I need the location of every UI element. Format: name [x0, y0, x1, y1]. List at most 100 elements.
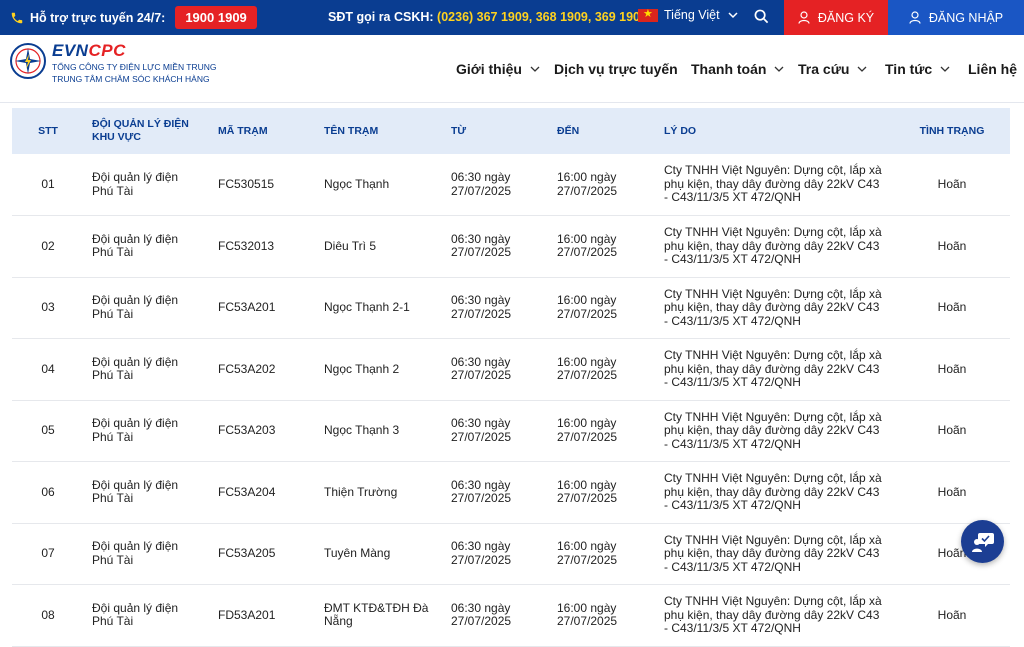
site-header: EVNCPC TỔNG CÔNG TY ĐIỆN LỰC MIỀN TRUNG … — [0, 35, 1024, 103]
language-selector[interactable]: Tiếng Việt — [638, 7, 738, 22]
register-button[interactable]: ĐĂNG KÝ — [784, 0, 888, 35]
chevron-down-icon — [940, 66, 950, 72]
nav-label: Liên hệ — [968, 61, 1018, 77]
chevron-down-icon — [530, 66, 540, 72]
schedule-table: STT ĐỘI QUẢN LÝ ĐIỆN KHU VỰC MÃ TRẠM TÊN… — [12, 108, 1010, 647]
nav-item-tra-cuu[interactable]: Tra cứu — [798, 61, 867, 77]
logo-subtitle-2: TRUNG TÂM CHĂM SÓC KHÁCH HÀNG — [52, 74, 210, 84]
nav-item-lien-he[interactable]: Liên hệ — [968, 61, 1017, 77]
table-row: 05 Đội quản lý điện Phú Tài FC53A203 Ngọ… — [12, 400, 1010, 462]
nav-item-dich-vu-truc-tuyen[interactable]: Dịch vụ trực tuyến — [554, 61, 678, 77]
phone-icon — [11, 12, 23, 23]
cell-den: 16:00 ngày 27/07/2025 — [557, 416, 618, 444]
cell-tinh-trang: Hoãn — [937, 300, 967, 314]
nav-item-gioi-thieu[interactable]: Giới thiệu — [456, 61, 540, 77]
cell-tinh-trang: Hoãn — [937, 423, 967, 437]
nav-item-thanh-toan[interactable]: Thanh toán — [691, 61, 784, 77]
header-tu: TỪ — [451, 124, 467, 137]
cell-tu: 06:30 ngày 27/07/2025 — [451, 293, 512, 321]
cell-ma-tram: FC530515 — [218, 176, 275, 191]
cell-tinh-trang: Hoãn — [937, 361, 967, 376]
cell-stt: 05 — [41, 423, 55, 437]
cell-doi: Đội quản lý điện Phú Tài — [92, 539, 179, 567]
cell-den: 16:00 ngày 27/07/2025 — [557, 293, 618, 321]
cell-tinh-trang: Hoãn — [937, 484, 967, 499]
nav-label: Tra cứu — [798, 61, 850, 77]
cell-stt: 07 — [41, 546, 55, 560]
logo-brand: EVNCPC — [52, 41, 217, 61]
cell-stt: 04 — [41, 361, 55, 376]
header-tinh-trang: TÌNH TRẠNG — [919, 124, 985, 137]
cell-tu: 06:30 ngày 27/07/2025 — [451, 170, 512, 198]
cell-ly-do: Cty TNHH Việt Nguyên: Dựng cột, lắp xà p… — [664, 471, 882, 512]
header-ten-tram: TÊN TRẠM — [324, 124, 379, 137]
cell-ten-tram: Ngọc Thạnh — [324, 176, 390, 191]
logo-brand-evn: EVN — [52, 41, 89, 60]
hotline-label: Hỗ trợ trực tuyến 24/7: — [30, 10, 166, 25]
table-row: 02 Đội quản lý điện Phú Tài FC532013 Diê… — [12, 216, 1010, 277]
table-row: 03 Đội quản lý điện Phú Tài FC53A201 Ngọ… — [12, 277, 1010, 339]
cell-doi: Đội quản lý điện Phú Tài — [92, 477, 179, 506]
hotline-number-link[interactable]: 1900 1909 — [175, 6, 257, 29]
cskh-label: SĐT gọi ra CSKH: — [328, 10, 434, 24]
cell-ma-tram: FC53A202 — [218, 361, 276, 376]
cell-den: 16:00 ngày 27/07/2025 — [557, 170, 618, 198]
cell-ma-tram: FC53A204 — [218, 484, 276, 499]
header-doi-quan-ly: ĐỘI QUẢN LÝ ĐIỆN KHU VỰC — [92, 118, 189, 143]
cell-den: 16:00 ngày 27/07/2025 — [557, 539, 618, 567]
top-bar: Hỗ trợ trực tuyến 24/7: 1900 1909 SĐT gọ… — [0, 0, 1024, 35]
chat-support-icon — [971, 532, 994, 552]
outage-schedule-table: STT ĐỘI QUẢN LÝ ĐIỆN KHU VỰC MÃ TRẠM TÊN… — [12, 108, 1010, 647]
cell-doi: Đội quản lý điện Phú Tài — [92, 293, 179, 321]
header-ma-tram: MÃ TRẠM — [218, 124, 268, 137]
nav-label: Tin tức — [885, 61, 933, 77]
cell-doi: Đội quản lý điện Phú Tài — [92, 354, 179, 383]
cell-doi: Đội quản lý điện Phú Tài — [92, 170, 179, 198]
user-icon — [909, 11, 921, 24]
cell-ten-tram: Tuyên Màng — [324, 546, 391, 560]
chevron-down-icon — [774, 66, 784, 72]
evncpc-logo[interactable]: EVNCPC TỔNG CÔNG TY ĐIỆN LỰC MIỀN TRUNG … — [10, 41, 217, 85]
cell-tinh-trang: Hoãn — [937, 176, 967, 191]
cell-tu: 06:30 ngày 27/07/2025 — [451, 539, 512, 567]
cell-ly-do: Cty TNHH Việt Nguyên: Dựng cột, lắp xà p… — [664, 163, 882, 205]
cell-den: 16:00 ngày 27/07/2025 — [557, 231, 618, 260]
register-label: ĐĂNG KÝ — [817, 10, 875, 25]
login-button[interactable]: ĐĂNG NHẬP — [888, 0, 1024, 35]
chevron-down-icon — [857, 66, 867, 72]
cell-ma-tram: FC53A203 — [218, 423, 276, 437]
cell-den: 16:00 ngày 27/07/2025 — [557, 477, 618, 506]
nav-label: Thanh toán — [691, 61, 767, 77]
cell-ly-do: Cty TNHH Việt Nguyên: Dựng cột, lắp xà p… — [664, 348, 882, 389]
nav-item-tin-tuc[interactable]: Tin tức — [885, 61, 950, 77]
cell-ly-do: Cty TNHH Việt Nguyên: Dựng cột, lắp xà p… — [664, 409, 882, 451]
cskh-info: SĐT gọi ra CSKH: (0236) 367 1909, 368 19… — [328, 10, 647, 24]
hotline: Hỗ trợ trực tuyến 24/7: 1900 1909 — [0, 6, 257, 29]
cell-ten-tram: Ngọc Thạnh 2-1 — [324, 300, 410, 314]
cell-ma-tram: FC53A201 — [218, 300, 276, 314]
search-button[interactable] — [754, 9, 769, 27]
cell-tu: 06:30 ngày 27/07/2025 — [451, 231, 512, 260]
cell-ly-do: Cty TNHH Việt Nguyên: Dựng cột, lắp xà p… — [664, 532, 882, 574]
cell-tu: 06:30 ngày 27/07/2025 — [451, 477, 512, 506]
cskh-numbers: (0236) 367 1909, 368 1909, 369 1909 — [437, 10, 647, 24]
table-row: 06 Đội quản lý điện Phú Tài FC53A204 Thi… — [12, 462, 1010, 523]
cell-doi: Đội quản lý điện Phú Tài — [92, 416, 179, 444]
cell-ten-tram: Ngọc Thạnh 2 — [324, 361, 400, 376]
chevron-down-icon — [728, 12, 738, 19]
user-icon — [798, 11, 810, 24]
chat-support-button[interactable] — [961, 520, 1004, 563]
table-row: 04 Đội quản lý điện Phú Tài FC53A202 Ngọ… — [12, 339, 1010, 400]
nav-label: Dịch vụ trực tuyến — [554, 61, 678, 77]
cell-ten-tram: Diêu Trì 5 — [324, 238, 377, 253]
cell-ly-do: Cty TNHH Việt Nguyên: Dựng cột, lắp xà p… — [664, 286, 882, 328]
cell-tu: 06:30 ngày 27/07/2025 — [451, 416, 512, 444]
search-icon — [754, 9, 769, 24]
cell-doi: Đội quản lý điện Phú Tài — [92, 231, 179, 260]
table-row: 01 Đội quản lý điện Phú Tài FC530515 Ngọ… — [12, 154, 1010, 216]
cell-stt: 02 — [41, 238, 55, 253]
header-den: ĐẾN — [557, 124, 580, 137]
cell-tu: 06:30 ngày 27/07/2025 — [451, 354, 512, 383]
logo-text: EVNCPC TỔNG CÔNG TY ĐIỆN LỰC MIỀN TRUNG … — [52, 41, 217, 85]
table-row: 07 Đội quản lý điện Phú Tài FC53A205 Tuy… — [12, 523, 1010, 585]
